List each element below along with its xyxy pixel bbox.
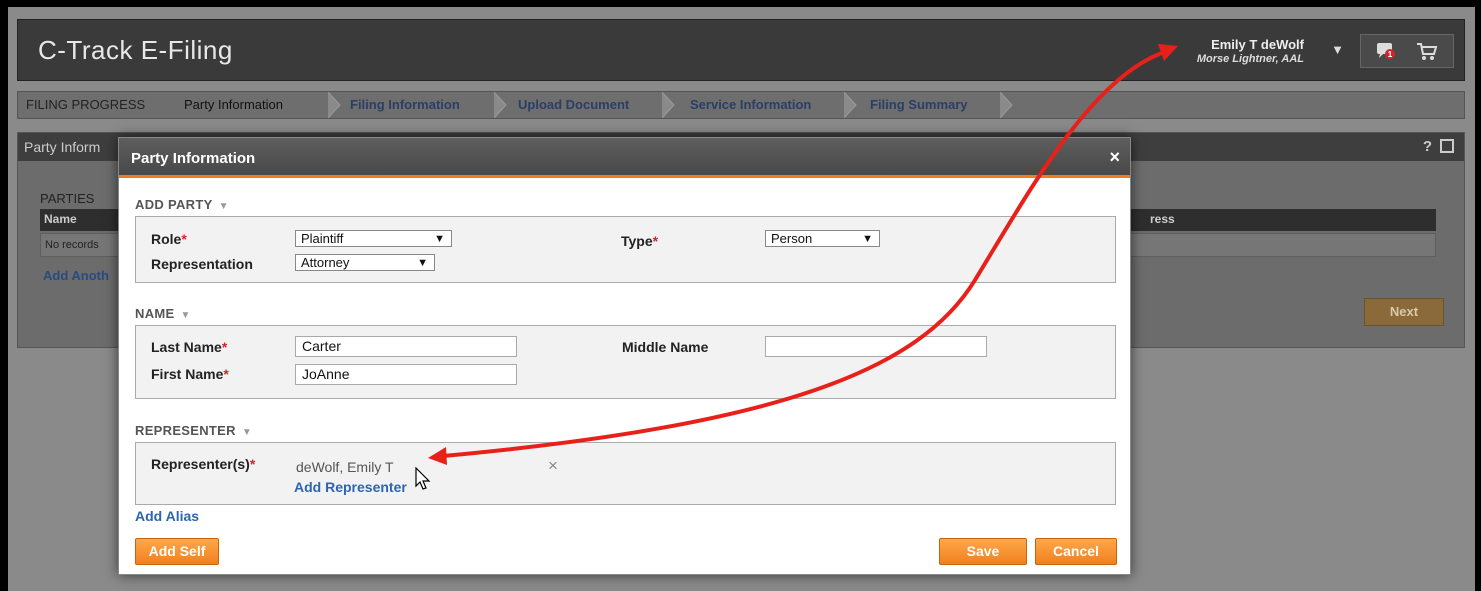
- chevron-right-icon: [1000, 92, 1013, 118]
- notification-count: 1: [1388, 50, 1393, 59]
- panel-title: Party Inform: [24, 139, 101, 155]
- representer-box: Representer(s)* deWolf, Emily T × Add Re…: [135, 442, 1116, 505]
- middle-name-label: Middle Name: [622, 339, 709, 355]
- middle-name-input[interactable]: [765, 336, 987, 357]
- name-box: Last Name* Carter Middle Name First Name…: [135, 325, 1116, 399]
- add-representer-link[interactable]: Add Representer: [294, 479, 407, 495]
- step-upload-document[interactable]: Upload Document: [518, 92, 629, 118]
- role-select[interactable]: Plaintiff ▼: [295, 230, 452, 247]
- chevron-right-icon: [662, 92, 675, 118]
- representer-section-title[interactable]: REPRESENTER ▼: [135, 423, 252, 438]
- dialog-header: Party Information ×: [119, 138, 1130, 178]
- role-label: Role*: [151, 231, 187, 247]
- representers-label: Representer(s)*: [151, 456, 256, 472]
- name-heading: NAME: [135, 306, 175, 321]
- last-name-input[interactable]: Carter: [295, 336, 517, 357]
- step-filing-information[interactable]: Filing Information: [350, 92, 460, 118]
- representer-name: deWolf, Emily T: [296, 459, 394, 475]
- cart-icon[interactable]: [1416, 42, 1438, 62]
- chat-notification-icon[interactable]: 1: [1375, 42, 1397, 60]
- representation-value: Attorney: [301, 255, 350, 270]
- progress-label: FILING PROGRESS: [26, 97, 146, 112]
- no-records-text: No records: [45, 239, 99, 251]
- remove-representer-icon[interactable]: ×: [548, 456, 558, 476]
- representation-label: Representation: [151, 256, 253, 272]
- user-org: Morse Lightner, AAL: [1196, 53, 1304, 65]
- dropdown-arrow-icon: ▼: [434, 233, 445, 245]
- last-name-label: Last Name*: [151, 339, 228, 355]
- collapse-caret-icon: ▼: [218, 201, 229, 212]
- help-icon[interactable]: ?: [1423, 138, 1432, 155]
- first-name-input[interactable]: JoAnne: [295, 364, 517, 385]
- column-name: Name: [44, 212, 77, 226]
- chevron-right-icon: [494, 92, 507, 118]
- add-another-link[interactable]: Add Anoth: [43, 268, 109, 283]
- add-party-box: Role* Plaintiff ▼ Type* Person ▼ Represent…: [135, 216, 1116, 283]
- step-service-information[interactable]: Service Information: [690, 92, 811, 118]
- first-name-label: First Name*: [151, 366, 229, 382]
- add-party-section-title[interactable]: ADD PARTY ▼: [135, 197, 229, 212]
- next-button[interactable]: Next: [1364, 298, 1444, 326]
- role-value: Plaintiff: [301, 231, 344, 246]
- cancel-button[interactable]: Cancel: [1035, 538, 1117, 565]
- screen: C-Track E-Filing Emily T deWolf Morse Li…: [8, 7, 1475, 591]
- type-label: Type*: [621, 233, 659, 249]
- filing-progress-bar: FILING PROGRESS Party Information Filing…: [17, 91, 1465, 119]
- app-header: C-Track E-Filing Emily T deWolf Morse Li…: [17, 19, 1465, 81]
- column-address: ress: [1150, 212, 1175, 226]
- mouse-pointer-icon: [415, 467, 431, 490]
- parties-heading: PARTIES: [40, 191, 95, 206]
- dropdown-arrow-icon: ▼: [862, 233, 873, 245]
- user-name[interactable]: Emily T deWolf: [1211, 37, 1304, 52]
- dropdown-arrow-icon: ▼: [417, 257, 428, 269]
- chevron-right-icon: [328, 92, 341, 118]
- type-select[interactable]: Person ▼: [765, 230, 880, 247]
- maximize-icon[interactable]: [1440, 139, 1454, 153]
- collapse-caret-icon: ▼: [180, 310, 191, 321]
- user-menu-caret-icon[interactable]: ▼: [1331, 42, 1344, 57]
- representation-select[interactable]: Attorney ▼: [295, 254, 435, 271]
- close-icon[interactable]: ×: [1109, 147, 1120, 168]
- collapse-caret-icon: ▼: [241, 427, 253, 438]
- step-filing-summary[interactable]: Filing Summary: [870, 92, 968, 118]
- add-party-heading: ADD PARTY: [135, 197, 213, 212]
- save-button[interactable]: Save: [939, 538, 1027, 565]
- name-section-title[interactable]: NAME ▼: [135, 306, 191, 321]
- add-self-button[interactable]: Add Self: [135, 538, 219, 565]
- party-information-dialog: Party Information × ADD PARTY ▼ Role* Pla…: [118, 137, 1131, 575]
- header-actions: 1: [1360, 34, 1454, 68]
- app-title: C-Track E-Filing: [38, 35, 233, 65]
- step-party-information[interactable]: Party Information: [184, 92, 283, 118]
- add-alias-link[interactable]: Add Alias: [135, 508, 199, 524]
- representer-heading: REPRESENTER: [135, 423, 236, 438]
- chevron-right-icon: [844, 92, 857, 118]
- type-value: Person: [771, 231, 813, 246]
- dialog-title: Party Information: [131, 150, 256, 167]
